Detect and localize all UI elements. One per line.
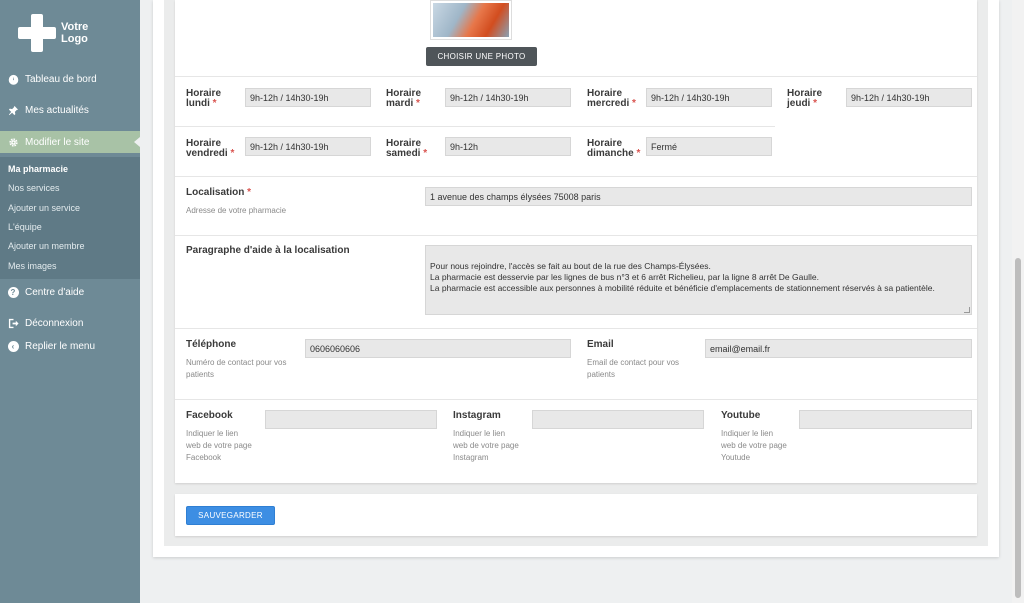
resize-handle-icon[interactable] <box>964 307 970 313</box>
gear-icon <box>7 136 19 148</box>
logo-cross-icon <box>18 14 56 52</box>
nav-label-help: Centre d'aide <box>25 286 85 298</box>
nav-item-help[interactable]: ? Centre d'aide <box>0 281 140 303</box>
email-hint: Email de contact pour vos patients <box>587 358 680 379</box>
divider <box>175 328 977 329</box>
nav-label-collapse: Replier le menu <box>25 340 96 352</box>
chevron-left-icon: ‹ <box>7 340 19 352</box>
hours-sunday-input[interactable]: Fermé <box>646 137 772 156</box>
hours-tuesday-label: Horaire mardi * <box>386 88 422 109</box>
help-icon: ? <box>7 286 19 298</box>
save-card <box>175 494 977 536</box>
email-input[interactable]: email@email.fr <box>705 339 972 358</box>
location-hint: Adresse de votre pharmacie <box>186 206 287 215</box>
location-help-textarea[interactable]: Pour nous rejoindre, l'accès se fait au … <box>425 245 972 315</box>
divider <box>175 76 977 77</box>
nav-item-logout[interactable]: Déconnexion <box>0 312 140 334</box>
nav-label-edit-site: Modifier le site <box>25 136 90 148</box>
save-button[interactable]: SAUVEGARDER <box>186 506 275 525</box>
youtube-label: Youtube <box>721 410 761 421</box>
youtube-input[interactable] <box>799 410 972 429</box>
instagram-label: Instagram <box>453 410 501 421</box>
facebook-hint: Indiquer le lien web de votre page Faceb… <box>186 429 252 462</box>
facebook-label: Facebook <box>186 410 233 421</box>
facebook-input[interactable] <box>265 410 437 429</box>
submenu-item-images[interactable]: Mes images <box>8 261 57 271</box>
hours-saturday-label: Horaire samedi * <box>386 138 428 159</box>
logout-icon <box>7 317 19 329</box>
sidebar: Votre Logo Tableau de bord Mes actualité… <box>0 0 140 603</box>
logo[interactable]: Votre Logo <box>18 14 88 52</box>
hours-friday-input[interactable]: 9h-12h / 14h30-19h <box>245 137 371 156</box>
instagram-input[interactable] <box>532 410 704 429</box>
nav-label-dashboard: Tableau de bord <box>25 73 97 85</box>
hours-tuesday-input[interactable]: 9h-12h / 14h30-19h <box>445 88 571 107</box>
nav-item-dashboard[interactable]: Tableau de bord <box>0 68 140 90</box>
divider <box>175 235 977 236</box>
hours-monday-label: Horaire lundi * <box>186 88 222 109</box>
hours-sunday-label: Horaire dimanche * <box>587 138 641 159</box>
hours-wednesday-label: Horaire mercredi * <box>587 88 636 109</box>
submenu-item-add-service[interactable]: Ajouter un service <box>8 203 80 213</box>
location-input[interactable]: 1 avenue des champs élysées 75008 paris <box>425 187 972 206</box>
youtube-hint: Indiquer le lien web de votre page Youtu… <box>721 429 787 462</box>
nav-item-edit-site[interactable]: Modifier le site <box>0 131 140 153</box>
submenu: Ma pharmacie Nos services Ajouter un ser… <box>0 157 140 279</box>
submenu-item-services[interactable]: Nos services <box>8 183 60 193</box>
divider <box>175 399 977 400</box>
divider <box>175 126 775 127</box>
nav-label-logout: Déconnexion <box>25 317 84 329</box>
phone-input[interactable]: 0606060606 <box>305 339 571 358</box>
submenu-item-team[interactable]: L'équipe <box>8 222 42 232</box>
hours-saturday-input[interactable]: 9h-12h <box>445 137 571 156</box>
nav-label-news: Mes actualités <box>25 104 89 116</box>
dashboard-icon <box>7 73 19 85</box>
hours-wednesday-input[interactable]: 9h-12h / 14h30-19h <box>646 88 772 107</box>
hours-monday-input[interactable]: 9h-12h / 14h30-19h <box>245 88 371 107</box>
pharmacy-photo <box>430 0 512 40</box>
email-label: Email <box>587 339 614 350</box>
logo-line-1: Votre <box>61 21 89 33</box>
instagram-hint: Indiquer le lien web de votre page Insta… <box>453 429 519 462</box>
nav-item-collapse[interactable]: ‹ Replier le menu <box>0 335 140 357</box>
hours-friday-label: Horaire vendredi * <box>186 138 235 159</box>
hours-thursday-input[interactable]: 9h-12h / 14h30-19h <box>846 88 972 107</box>
submenu-item-add-member[interactable]: Ajouter un membre <box>8 241 85 251</box>
location-label: Localisation * <box>186 187 252 198</box>
divider <box>175 176 977 177</box>
nav-item-news[interactable]: Mes actualités <box>0 99 140 121</box>
location-help-label: Paragraphe d'aide à la localisation <box>186 245 350 256</box>
location-help-text: Pour nous rejoindre, l'accès se fait au … <box>430 261 935 293</box>
phone-label: Téléphone <box>186 339 237 350</box>
scrollbar-thumb[interactable] <box>1015 258 1021 598</box>
photo-image <box>433 3 509 37</box>
hours-thursday-label: Horaire jeudi * <box>787 88 823 109</box>
pin-icon <box>7 104 19 116</box>
logo-line-2: Logo <box>61 33 88 45</box>
phone-hint: Numéro de contact pour vos patients <box>186 358 287 379</box>
choose-photo-button[interactable]: CHOISIR UNE PHOTO <box>426 47 537 66</box>
submenu-item-pharmacy[interactable]: Ma pharmacie <box>8 164 68 174</box>
